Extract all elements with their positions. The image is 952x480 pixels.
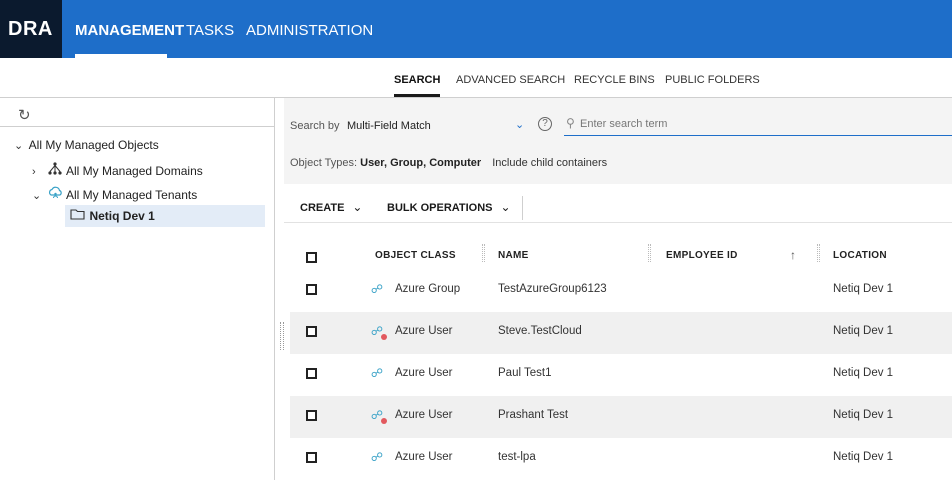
tree-item-all-managed-tenants[interactable]: ⌄ All My Managed Tenants	[32, 186, 197, 202]
row-checkbox[interactable]	[306, 452, 317, 463]
disabled-badge-icon	[381, 418, 387, 424]
tree-item-all-managed-domains[interactable]: › All My Managed Domains	[32, 162, 203, 178]
tree-item-label: All My Managed Objects	[28, 138, 159, 152]
object-types-value: User, Group, Computer	[360, 157, 482, 169]
tree-panel: ↻ ⌄ All My Managed Objects › All My Mana…	[0, 98, 275, 480]
location-cell: Netiq Dev 1	[833, 325, 894, 337]
folder-icon	[69, 207, 85, 225]
subtab-advanced-search[interactable]: ADVANCED SEARCH	[456, 74, 565, 86]
azure-user-icon: ☍	[370, 366, 384, 380]
row-checkbox[interactable]	[306, 368, 317, 379]
table-row[interactable]: ☍ Azure Group TestAzureGroup6123 Netiq D…	[290, 270, 952, 312]
name-cell[interactable]: Prashant Test	[498, 409, 568, 421]
subtab-search-label: SEARCH	[394, 74, 441, 86]
azure-user-icon: ☍	[370, 450, 384, 464]
name-cell[interactable]: test-lpa	[498, 451, 536, 463]
search-input[interactable]	[580, 115, 940, 133]
column-resize-handle[interactable]	[817, 244, 820, 262]
sub-navigation-bar: SEARCH ADVANCED SEARCH RECYCLE BINS PUBL…	[0, 58, 952, 98]
top-navigation-bar: DRA MANAGEMENT TASKS ADMINISTRATION	[0, 0, 952, 58]
tab-administration-label: ADMINISTRATION	[246, 22, 374, 39]
azure-user-disabled-icon: ☍	[370, 408, 387, 424]
tree-item-label: All My Managed Domains	[66, 164, 203, 178]
include-child-containers: Include child containers	[492, 157, 608, 169]
results-toolbar: CREATE ⌄ BULK OPERATIONS ⌄	[284, 190, 952, 222]
location-cell: Netiq Dev 1	[833, 283, 894, 295]
table-row[interactable]: ☍ Azure User Steve.TestCloud Netiq Dev 1	[290, 312, 952, 354]
tab-administration[interactable]: ADMINISTRATION	[246, 0, 373, 58]
tab-tasks[interactable]: TASKS	[186, 0, 234, 58]
column-header-object-class[interactable]: OBJECT CLASS	[375, 250, 456, 261]
divider	[0, 126, 275, 127]
subtab-recycle-bins[interactable]: RECYCLE BINS	[574, 74, 655, 86]
column-header-location[interactable]: LOCATION	[833, 250, 887, 261]
row-checkbox[interactable]	[306, 410, 317, 421]
app-logo: DRA	[0, 0, 62, 58]
tree-item-label: Netiq Dev 1	[89, 209, 155, 223]
object-class-cell: Azure User	[395, 451, 453, 463]
tab-management-label: MANAGEMENT	[75, 22, 185, 39]
divider	[284, 222, 952, 223]
name-cell[interactable]: TestAzureGroup6123	[498, 283, 607, 295]
column-header-employee-id[interactable]: EMPLOYEE ID	[666, 250, 738, 261]
create-button[interactable]: CREATE ⌄	[300, 200, 362, 214]
location-cell: Netiq Dev 1	[833, 409, 894, 421]
tree-item-all-managed-objects[interactable]: ⌄ All My Managed Objects	[14, 138, 159, 152]
disabled-badge-icon	[381, 334, 387, 340]
domain-tree-icon	[47, 162, 63, 178]
location-cell: Netiq Dev 1	[833, 451, 894, 463]
column-resize-handle[interactable]	[648, 244, 651, 262]
create-button-label: CREATE	[300, 202, 345, 214]
search-by-select[interactable]: Multi-Field Match	[347, 120, 431, 132]
active-subtab-indicator	[394, 94, 441, 97]
divider	[522, 196, 523, 220]
location-cell: Netiq Dev 1	[833, 367, 894, 379]
tab-management[interactable]: MANAGEMENT	[75, 0, 184, 58]
name-cell[interactable]: Steve.TestCloud	[498, 325, 582, 337]
object-class-cell: Azure User	[395, 409, 453, 421]
bulk-operations-label: BULK OPERATIONS	[387, 202, 493, 214]
search-field[interactable]: ⚲	[564, 112, 952, 136]
cloud-tenant-icon	[47, 186, 63, 202]
subtab-public-folders[interactable]: PUBLIC FOLDERS	[665, 74, 760, 86]
object-class-cell: Azure Group	[395, 283, 461, 295]
panel-splitter-handle[interactable]	[280, 322, 284, 350]
table-row[interactable]: ☍ Azure User test-lpa Netiq Dev 1	[290, 438, 952, 480]
tab-tasks-label: TASKS	[186, 22, 235, 39]
row-checkbox[interactable]	[306, 326, 317, 337]
table-row[interactable]: ☍ Azure User Paul Test1 Netiq Dev 1	[290, 354, 952, 396]
row-checkbox[interactable]	[306, 284, 317, 295]
azure-user-disabled-icon: ☍	[370, 324, 387, 340]
chevron-down-icon[interactable]: ⌄	[32, 189, 44, 202]
help-icon[interactable]: ?	[538, 117, 552, 131]
chevron-down-icon: ⌄	[352, 200, 363, 214]
search-panel: Search by Multi-Field Match ⌄ ? ⚲ Object…	[284, 98, 952, 184]
chevron-right-icon[interactable]: ›	[32, 166, 44, 178]
subtab-search[interactable]: SEARCH	[394, 74, 441, 97]
column-resize-handle[interactable]	[482, 244, 485, 262]
select-all-checkbox[interactable]	[306, 252, 317, 263]
table-row[interactable]: ☍ Azure User Prashant Test Netiq Dev 1	[290, 396, 952, 438]
tree-item-netiq-dev-1[interactable]: Netiq Dev 1	[65, 205, 265, 227]
object-types-label: Object Types:	[290, 157, 358, 169]
object-class-cell: Azure User	[395, 325, 453, 337]
chevron-down-icon[interactable]: ⌄	[14, 139, 26, 152]
bulk-operations-button[interactable]: BULK OPERATIONS ⌄	[387, 200, 511, 214]
search-icon: ⚲	[566, 116, 575, 130]
chevron-down-icon[interactable]: ⌄	[515, 118, 524, 131]
refresh-icon[interactable]: ↻	[18, 106, 31, 124]
tree-item-label: All My Managed Tenants	[66, 188, 198, 202]
name-cell[interactable]: Paul Test1	[498, 367, 552, 379]
object-types-filter[interactable]: Object Types: User, Group, Computer Incl…	[290, 157, 607, 169]
sort-ascending-icon[interactable]: ↑	[790, 248, 796, 262]
search-by-label: Search by	[290, 120, 340, 132]
azure-group-icon: ☍	[370, 282, 384, 296]
object-class-cell: Azure User	[395, 367, 453, 379]
column-header-name[interactable]: NAME	[498, 250, 529, 261]
chevron-down-icon: ⌄	[500, 200, 511, 214]
